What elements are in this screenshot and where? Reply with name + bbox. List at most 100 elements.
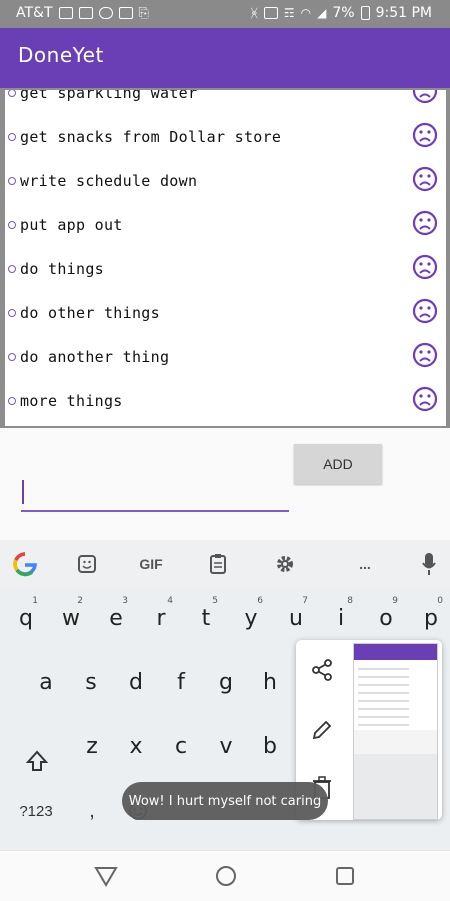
bullet-icon <box>8 265 16 273</box>
key-c[interactable]: c <box>161 722 201 770</box>
task-row[interactable]: write schedule down <box>5 160 446 204</box>
task-row[interactable]: get snacks from Dollar store <box>5 116 446 160</box>
key-x[interactable]: x <box>116 722 156 770</box>
comma-key[interactable]: , <box>80 794 104 828</box>
key-f[interactable]: f <box>161 658 201 706</box>
attachment-icon: ⎘ <box>138 5 149 21</box>
sad-face-icon[interactable] <box>412 386 438 412</box>
screenshot-thumbnail[interactable] <box>353 643 438 820</box>
key-s[interactable]: s <box>71 658 111 706</box>
task-text: do another thing <box>20 348 170 366</box>
key-hint: 5 <box>212 596 218 606</box>
bullet-icon <box>8 353 16 361</box>
key-q[interactable]: 1q <box>6 594 46 642</box>
bullet-icon <box>8 221 16 229</box>
edit-pencil-icon[interactable] <box>310 718 334 746</box>
gif-button[interactable]: GIF <box>134 550 168 578</box>
key-label: q <box>19 605 33 631</box>
task-list[interactable]: get sparkling water get snacks from Dolla… <box>5 90 446 426</box>
wifi-icon: ◠ <box>300 6 312 20</box>
key-hint: 3 <box>122 596 128 606</box>
key-label: o <box>379 605 393 631</box>
vibrate-icon: ☶ <box>283 6 295 20</box>
key-h[interactable]: h <box>250 658 290 706</box>
sad-face-icon[interactable] <box>412 210 438 236</box>
clipboard-icon[interactable] <box>205 550 231 578</box>
toast-message: Wow! I hurt myself not caring <box>122 782 328 820</box>
key-u[interactable]: 7u <box>276 594 316 642</box>
key-label: y <box>244 605 258 631</box>
key-a[interactable]: a <box>26 658 66 706</box>
sad-face-icon[interactable] <box>412 298 438 324</box>
recent-apps-icon[interactable] <box>334 865 356 891</box>
key-b[interactable]: b <box>250 722 290 770</box>
task-row[interactable]: more things <box>5 380 446 424</box>
key-hint: 1 <box>32 596 38 606</box>
key-g[interactable]: g <box>206 658 246 706</box>
more-options-button[interactable]: ... <box>350 550 380 578</box>
key-label: w <box>62 605 80 631</box>
sad-face-icon[interactable] <box>412 166 438 192</box>
battery-percent: 7% <box>332 5 355 21</box>
key-v[interactable]: v <box>206 722 246 770</box>
symbols-key[interactable]: ?123 <box>10 794 62 828</box>
key-hint: 9 <box>392 596 398 606</box>
task-input[interactable] <box>21 474 289 512</box>
app-title: DoneYet <box>18 43 104 67</box>
bullet-icon <box>8 397 16 405</box>
microphone-icon[interactable] <box>418 550 440 578</box>
task-row[interactable]: do other things <box>5 292 446 336</box>
key-w[interactable]: 2w <box>51 594 91 642</box>
add-button[interactable]: ADD <box>294 444 382 484</box>
key-label: u <box>289 605 303 631</box>
share-icon[interactable] <box>310 658 334 686</box>
task-text: more things <box>20 392 123 410</box>
key-hint: 7 <box>302 596 308 606</box>
key-hint: 6 <box>257 596 263 606</box>
task-text: write schedule down <box>20 172 198 190</box>
battery-icon <box>360 6 370 20</box>
status-bar-left: AT&T ⎘ <box>16 5 149 21</box>
key-hint: 0 <box>437 596 443 606</box>
task-text: do other things <box>20 304 160 322</box>
status-bar: AT&T ⎘ ᚸ ☶ ◠ ◢ 7% 9:51 PM <box>0 0 450 28</box>
key-i[interactable]: 8i <box>321 594 361 642</box>
task-row[interactable]: do another thing <box>5 336 446 380</box>
sad-face-icon[interactable] <box>412 254 438 280</box>
navigation-bar <box>0 850 450 901</box>
sad-face-icon[interactable] <box>412 90 438 104</box>
key-e[interactable]: 3e <box>96 594 136 642</box>
key-label: p <box>424 605 438 631</box>
key-p[interactable]: 0p <box>411 594 450 642</box>
shift-key[interactable] <box>20 744 54 778</box>
photo-icon <box>78 7 93 19</box>
task-row[interactable]: put app out <box>5 204 446 248</box>
task-text: get sparkling water <box>20 90 198 102</box>
key-label: t <box>201 605 211 631</box>
key-z[interactable]: z <box>72 722 112 770</box>
key-r[interactable]: 4r <box>141 594 181 642</box>
key-o[interactable]: 9o <box>366 594 406 642</box>
google-icon[interactable] <box>10 550 40 578</box>
key-d[interactable]: d <box>116 658 156 706</box>
task-row[interactable]: do things <box>5 248 446 292</box>
sad-face-icon[interactable] <box>412 122 438 148</box>
home-icon[interactable] <box>214 864 238 892</box>
nfc-icon <box>263 7 278 19</box>
key-label: i <box>337 605 345 631</box>
mail-icon <box>58 7 73 19</box>
sad-face-icon[interactable] <box>412 342 438 368</box>
task-row[interactable]: get sparkling water <box>5 90 446 116</box>
key-label: r <box>156 605 166 631</box>
key-y[interactable]: 6y <box>231 594 271 642</box>
key-hint: 4 <box>167 596 173 606</box>
bullet-icon <box>8 177 16 185</box>
back-icon[interactable] <box>94 865 118 891</box>
settings-gear-icon[interactable] <box>272 550 298 578</box>
key-t[interactable]: 5t <box>186 594 226 642</box>
key-hint: 8 <box>347 596 353 606</box>
sticker-icon[interactable] <box>74 550 100 578</box>
monitor-icon <box>118 7 133 19</box>
task-text: do things <box>20 260 104 278</box>
signal-icon: ◢ <box>317 6 327 20</box>
